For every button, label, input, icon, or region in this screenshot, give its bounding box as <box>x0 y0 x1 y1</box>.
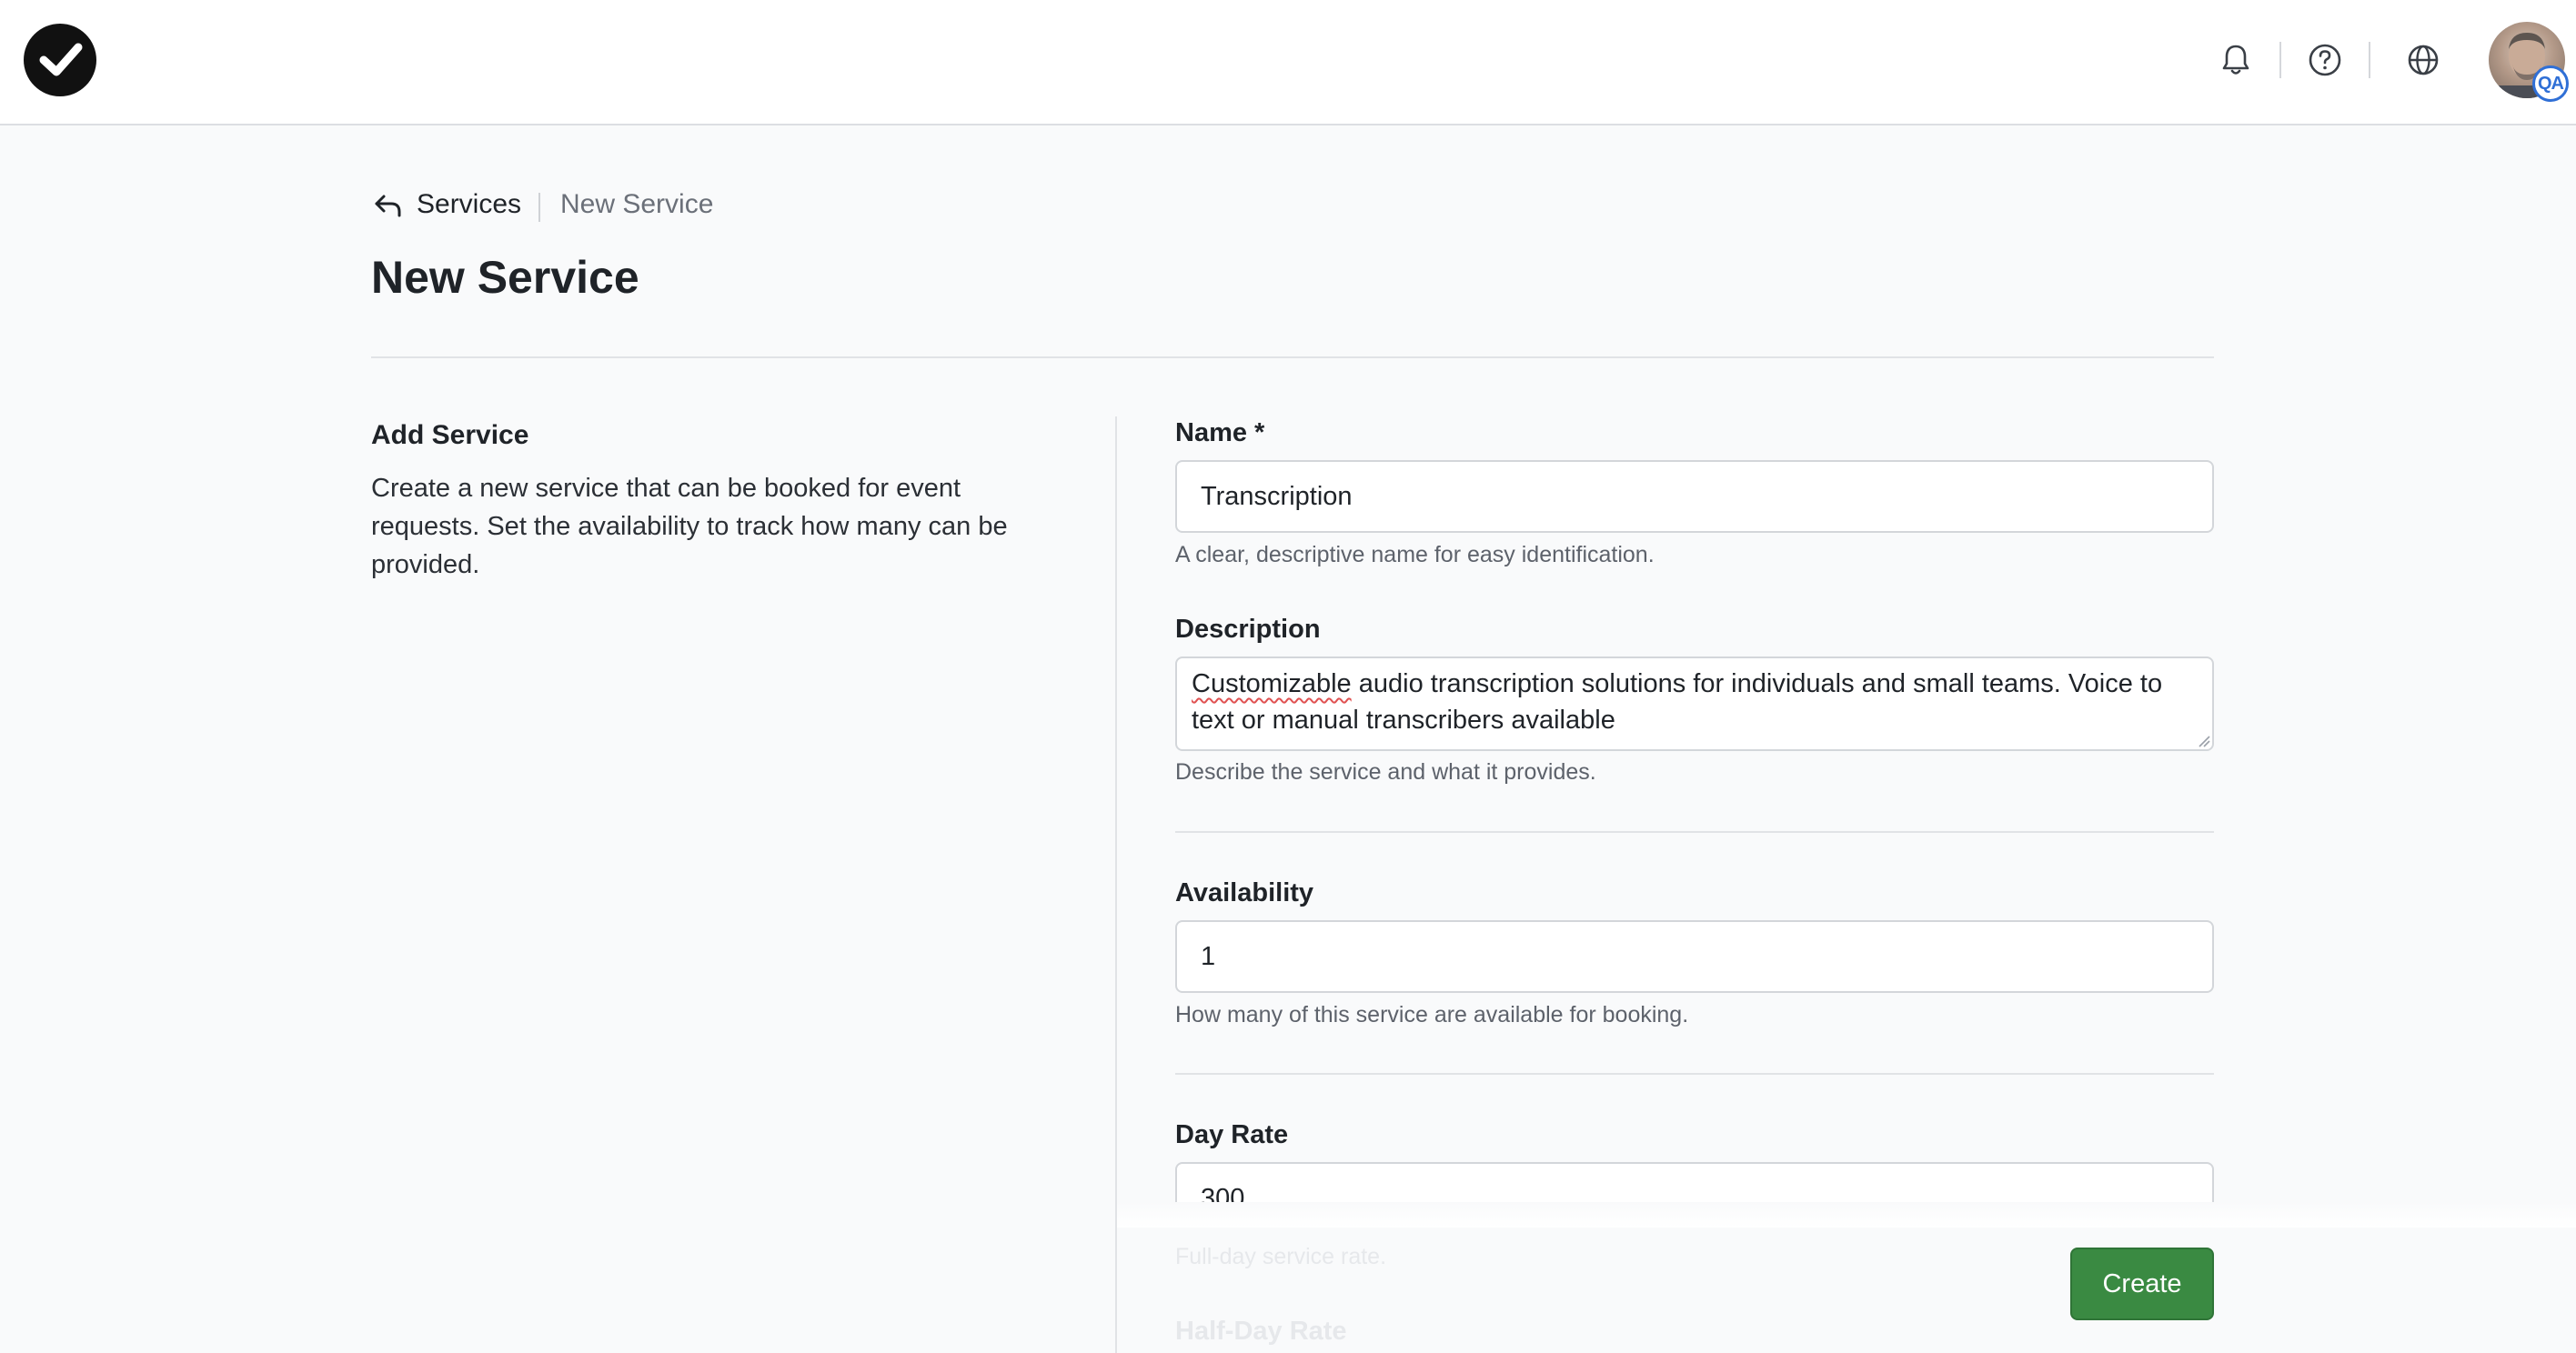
avatar-role-badge: QA <box>2532 65 2569 102</box>
field-divider <box>1175 1073 2214 1075</box>
breadcrumb-services-link[interactable]: Services <box>417 189 521 220</box>
question-circle-icon[interactable] <box>2305 40 2345 80</box>
day-rate-value: 300 <box>1175 1162 2214 1202</box>
globe-icon[interactable] <box>2403 40 2443 80</box>
breadcrumb-current: New Service <box>560 189 714 219</box>
name-label: Name * <box>1175 418 1265 447</box>
description-label: Description <box>1175 615 1321 644</box>
reply-arrow-icon[interactable] <box>371 189 404 222</box>
misspelled-word: Customizable <box>1192 669 1352 698</box>
header-divider <box>2279 42 2281 78</box>
day-rate-input[interactable]: 300 <box>1175 1162 2214 1202</box>
name-help-text: A clear, descriptive name for easy ident… <box>1175 542 1655 567</box>
day-rate-help-text: Full-day service rate. <box>1175 1244 1387 1269</box>
description-help-text: Describe the service and what it provide… <box>1175 759 1596 785</box>
create-button[interactable]: Create <box>2070 1248 2214 1320</box>
bell-icon[interactable] <box>2216 40 2256 80</box>
check-circle-logo-icon[interactable] <box>24 24 96 96</box>
section-title: Add Service <box>371 420 529 450</box>
section-description: Create a new service that can be booked … <box>371 474 1008 579</box>
resize-handle-icon[interactable] <box>2196 733 2210 747</box>
footer-fade <box>1117 1202 2576 1228</box>
field-divider <box>1175 831 2214 833</box>
name-input[interactable] <box>1175 460 2214 533</box>
half-day-rate-label: Half-Day Rate <box>1175 1317 1347 1346</box>
breadcrumb-divider <box>538 193 540 222</box>
top-navigation-bar: QA <box>0 0 2576 125</box>
availability-input[interactable] <box>1175 920 2214 993</box>
availability-help-text: How many of this service are available f… <box>1175 1002 1689 1027</box>
day-rate-label: Day Rate <box>1175 1120 1289 1149</box>
description-textarea[interactable]: Customizable audio transcription solutio… <box>1175 656 2214 751</box>
page-title: New Service <box>371 252 639 303</box>
header-divider <box>2369 42 2370 78</box>
title-divider <box>371 356 2214 358</box>
availability-label: Availability <box>1175 878 1314 907</box>
